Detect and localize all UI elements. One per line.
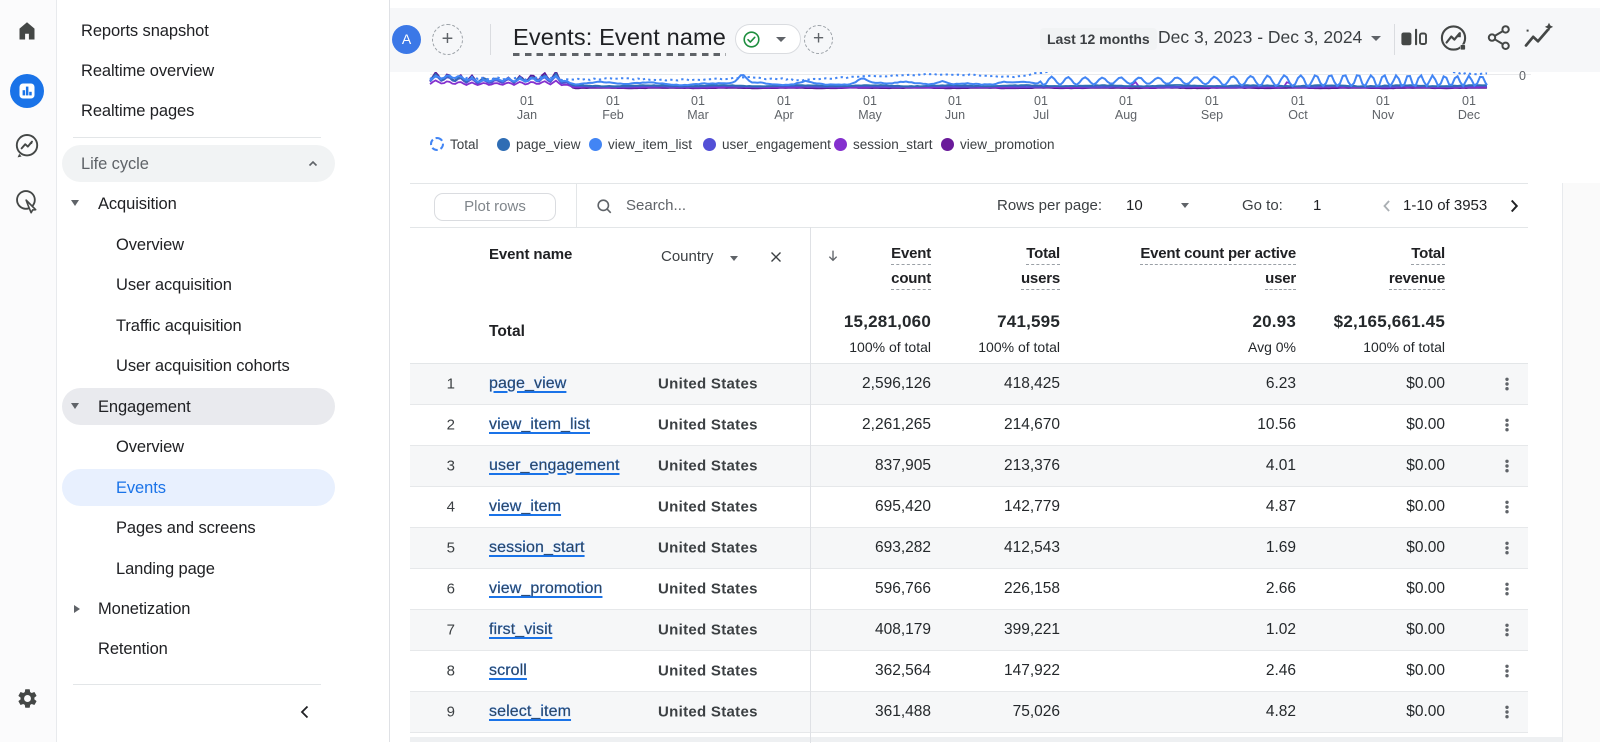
svg-text:01: 01 [606,94,620,108]
svg-text:01: 01 [948,94,962,108]
svg-text:Aug: Aug [1115,108,1137,122]
svg-text:May: May [858,108,882,122]
svg-text:Jul: Jul [1033,108,1049,122]
svg-text:0: 0 [1519,69,1526,83]
svg-text:01: 01 [1205,94,1219,108]
svg-text:01: 01 [1034,94,1048,108]
svg-text:Sep: Sep [1201,108,1223,122]
svg-text:Nov: Nov [1372,108,1395,122]
svg-text:01: 01 [1462,94,1476,108]
svg-text:Mar: Mar [687,108,709,122]
svg-text:Dec: Dec [1458,108,1480,122]
svg-text:01: 01 [691,94,705,108]
svg-text:Jan: Jan [517,108,537,122]
svg-text:Feb: Feb [602,108,624,122]
svg-text:01: 01 [1291,94,1305,108]
svg-text:01: 01 [520,94,534,108]
svg-text:01: 01 [863,94,877,108]
svg-text:Oct: Oct [1288,108,1308,122]
svg-text:01: 01 [1376,94,1390,108]
svg-text:Jun: Jun [945,108,965,122]
svg-text:01: 01 [1119,94,1133,108]
svg-text:01: 01 [777,94,791,108]
svg-text:Apr: Apr [774,108,793,122]
